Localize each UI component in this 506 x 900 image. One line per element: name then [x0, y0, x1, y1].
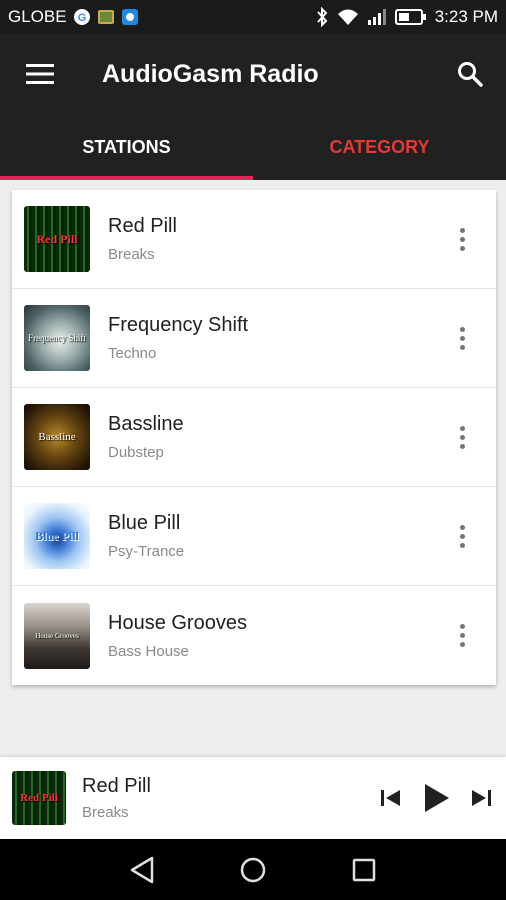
photo-icon — [97, 8, 115, 26]
mini-player[interactable]: Red Pill Red Pill Breaks — [0, 757, 506, 839]
app-icon — [121, 8, 139, 26]
skip-previous-icon[interactable] — [380, 788, 402, 808]
hamburger-menu-icon[interactable] — [0, 34, 80, 114]
station-text: House Grooves Bass House — [108, 612, 247, 660]
player-text: Red Pill Breaks — [82, 775, 151, 821]
station-artwork: Blue Pill — [24, 503, 90, 569]
battery-icon — [394, 8, 427, 26]
bluetooth-icon — [315, 7, 329, 27]
station-artwork: Red Pill — [24, 206, 90, 272]
player-artwork: Red Pill — [12, 771, 66, 825]
recents-icon[interactable] — [334, 840, 394, 900]
artwork-text: Red Pill — [20, 792, 58, 804]
more-vert-icon[interactable] — [452, 224, 472, 254]
tab-stations[interactable]: STATIONS — [0, 114, 253, 180]
player-station-genre: Breaks — [82, 804, 129, 821]
station-name: Bassline — [108, 413, 184, 435]
station-genre: Bass House — [108, 642, 189, 660]
system-nav-bar — [0, 839, 506, 900]
tab-category[interactable]: CATEGORY — [253, 114, 506, 180]
tab-bar: STATIONS CATEGORY — [0, 114, 506, 180]
station-name: Frequency Shift — [108, 314, 249, 336]
station-genre: Breaks — [108, 246, 155, 263]
search-icon[interactable] — [434, 34, 506, 114]
more-vert-icon[interactable] — [452, 422, 472, 452]
wifi-icon — [337, 8, 359, 26]
artwork-text: Bassline — [38, 431, 76, 443]
station-item-bassline[interactable]: Bassline Bassline Dubstep — [12, 388, 496, 487]
home-icon[interactable] — [223, 840, 283, 900]
clock: 3:23 PM — [434, 7, 498, 26]
player-station-name: Red Pill — [82, 775, 151, 797]
status-left: GLOBE G — [8, 7, 139, 27]
svg-text:G: G — [77, 12, 86, 24]
status-right: 3:23 PM — [315, 7, 498, 27]
player-controls — [380, 783, 492, 813]
stations-list-area: Red Pill Red Pill Breaks Frequency Shift… — [0, 180, 506, 757]
station-artwork: Bassline — [24, 404, 90, 470]
station-genre: Dubstep — [108, 444, 164, 461]
app-bar: AudioGasm Radio — [0, 34, 506, 114]
more-vert-icon[interactable] — [452, 621, 472, 651]
skip-next-icon[interactable] — [470, 788, 492, 808]
status-bar: GLOBE G 3:23 PM — [0, 0, 506, 34]
station-name: Blue Pill — [108, 512, 181, 534]
station-item-frequency-shift[interactable]: Frequency Shift Frequency Shift Techno — [12, 289, 496, 388]
carrier-name: GLOBE — [8, 7, 67, 26]
station-item-red-pill[interactable]: Red Pill Red Pill Breaks — [12, 190, 496, 289]
station-item-blue-pill[interactable]: Blue Pill Blue Pill Psy-Trance — [12, 487, 496, 586]
station-genre: Psy-Trance — [108, 543, 185, 560]
artwork-text: House Grooves — [35, 631, 79, 640]
station-text: Bassline Dubstep — [108, 413, 184, 461]
google-icon: G — [73, 8, 91, 26]
play-icon[interactable] — [422, 783, 450, 813]
station-genre: Techno — [108, 345, 157, 362]
station-text: Blue Pill Psy-Trance — [108, 512, 184, 560]
artwork-text: Frequency Shift — [28, 333, 86, 343]
app-title: AudioGasm Radio — [102, 59, 319, 88]
artwork-text: Red Pill — [36, 231, 78, 246]
station-name: House Grooves — [108, 611, 247, 634]
station-text: Frequency Shift Techno — [108, 314, 248, 362]
more-vert-icon[interactable] — [452, 323, 472, 353]
back-icon[interactable] — [112, 840, 172, 900]
artwork-text: Blue Pill — [35, 528, 79, 543]
station-artwork: House Grooves — [24, 602, 90, 669]
more-vert-icon[interactable] — [452, 521, 472, 551]
station-text: Red Pill Breaks — [108, 215, 177, 263]
station-item-house-grooves[interactable]: House Grooves House Grooves Bass House — [12, 586, 496, 685]
signal-icon — [367, 8, 387, 26]
station-name: Red Pill — [108, 215, 177, 237]
station-artwork: Frequency Shift — [24, 305, 90, 371]
stations-list: Red Pill Red Pill Breaks Frequency Shift… — [12, 190, 496, 685]
